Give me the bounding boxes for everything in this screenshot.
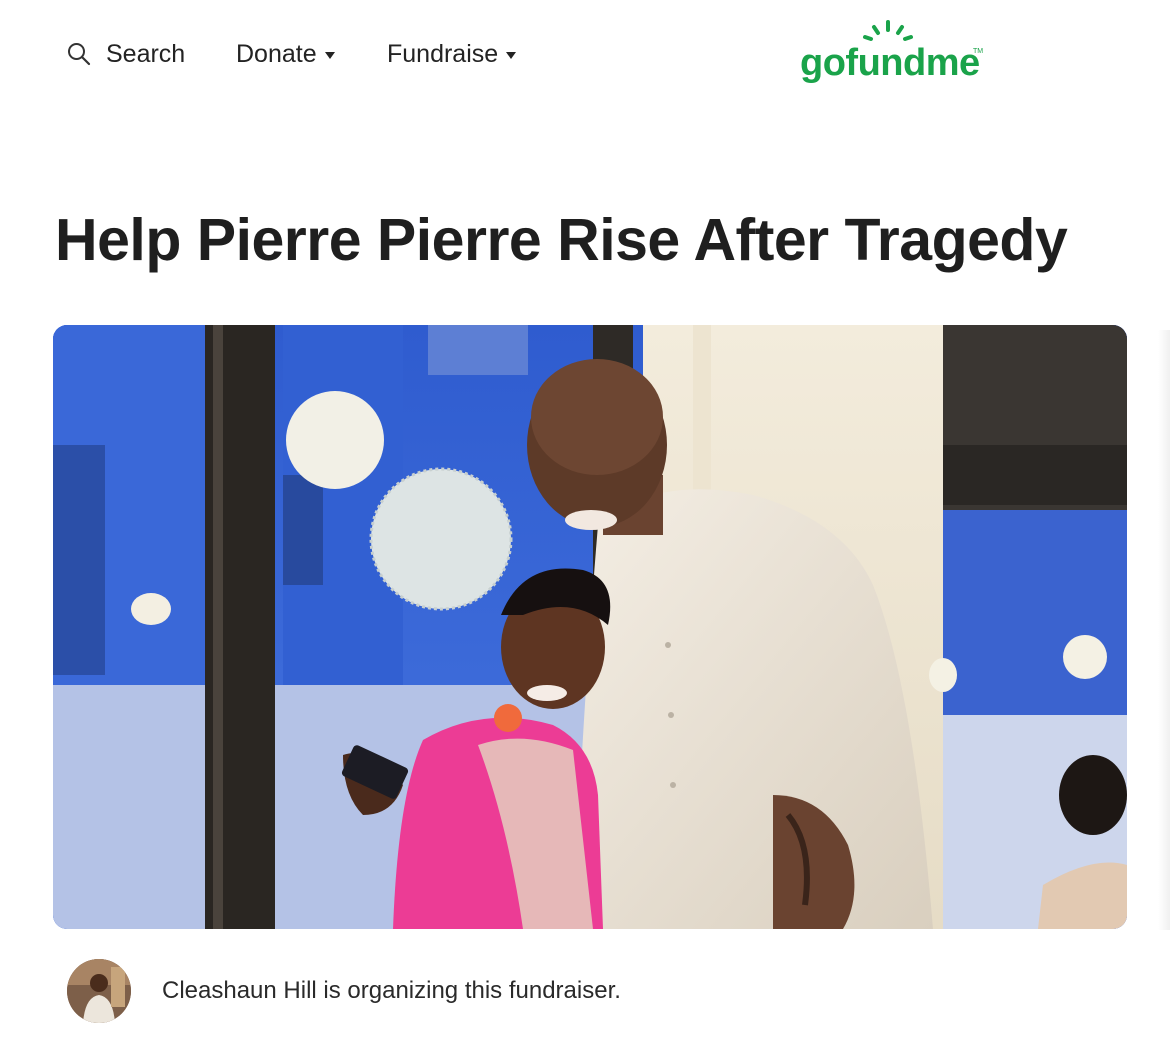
- gofundme-logo[interactable]: gofundme TM: [800, 20, 990, 90]
- logo-text: gofundme: [800, 42, 980, 84]
- top-nav: Search Donate Fundraise gofundme TM: [0, 0, 1170, 110]
- search-icon: [68, 43, 91, 66]
- organizer-text: Cleashaun Hill is organizing this fundra…: [162, 977, 621, 1004]
- chevron-down-icon: [324, 51, 335, 59]
- donate-menu[interactable]: Donate: [236, 36, 335, 72]
- chevron-down-icon: [506, 51, 517, 59]
- organizer-row: Cleashaun Hill is organizing this fundra…: [67, 959, 967, 1023]
- search-label: Search: [106, 39, 186, 68]
- fundraise-menu[interactable]: Fundraise: [387, 36, 517, 72]
- avatar[interactable]: [67, 959, 131, 1023]
- search-button[interactable]: Search: [66, 36, 185, 72]
- page: Search Donate Fundraise gofundme TM Help…: [0, 0, 1170, 1052]
- scroll-edge-shadow: [1158, 330, 1170, 930]
- page-title: Help Pierre Pierre Rise After Tragedy: [55, 207, 1068, 273]
- donate-label: Donate: [236, 39, 317, 68]
- hero-photo-illustration: [53, 325, 1127, 929]
- logo-trademark: TM: [973, 48, 984, 55]
- fundraise-label: Fundraise: [387, 39, 499, 68]
- hero-image[interactable]: [53, 325, 1127, 929]
- avatar-photo: [67, 959, 131, 1023]
